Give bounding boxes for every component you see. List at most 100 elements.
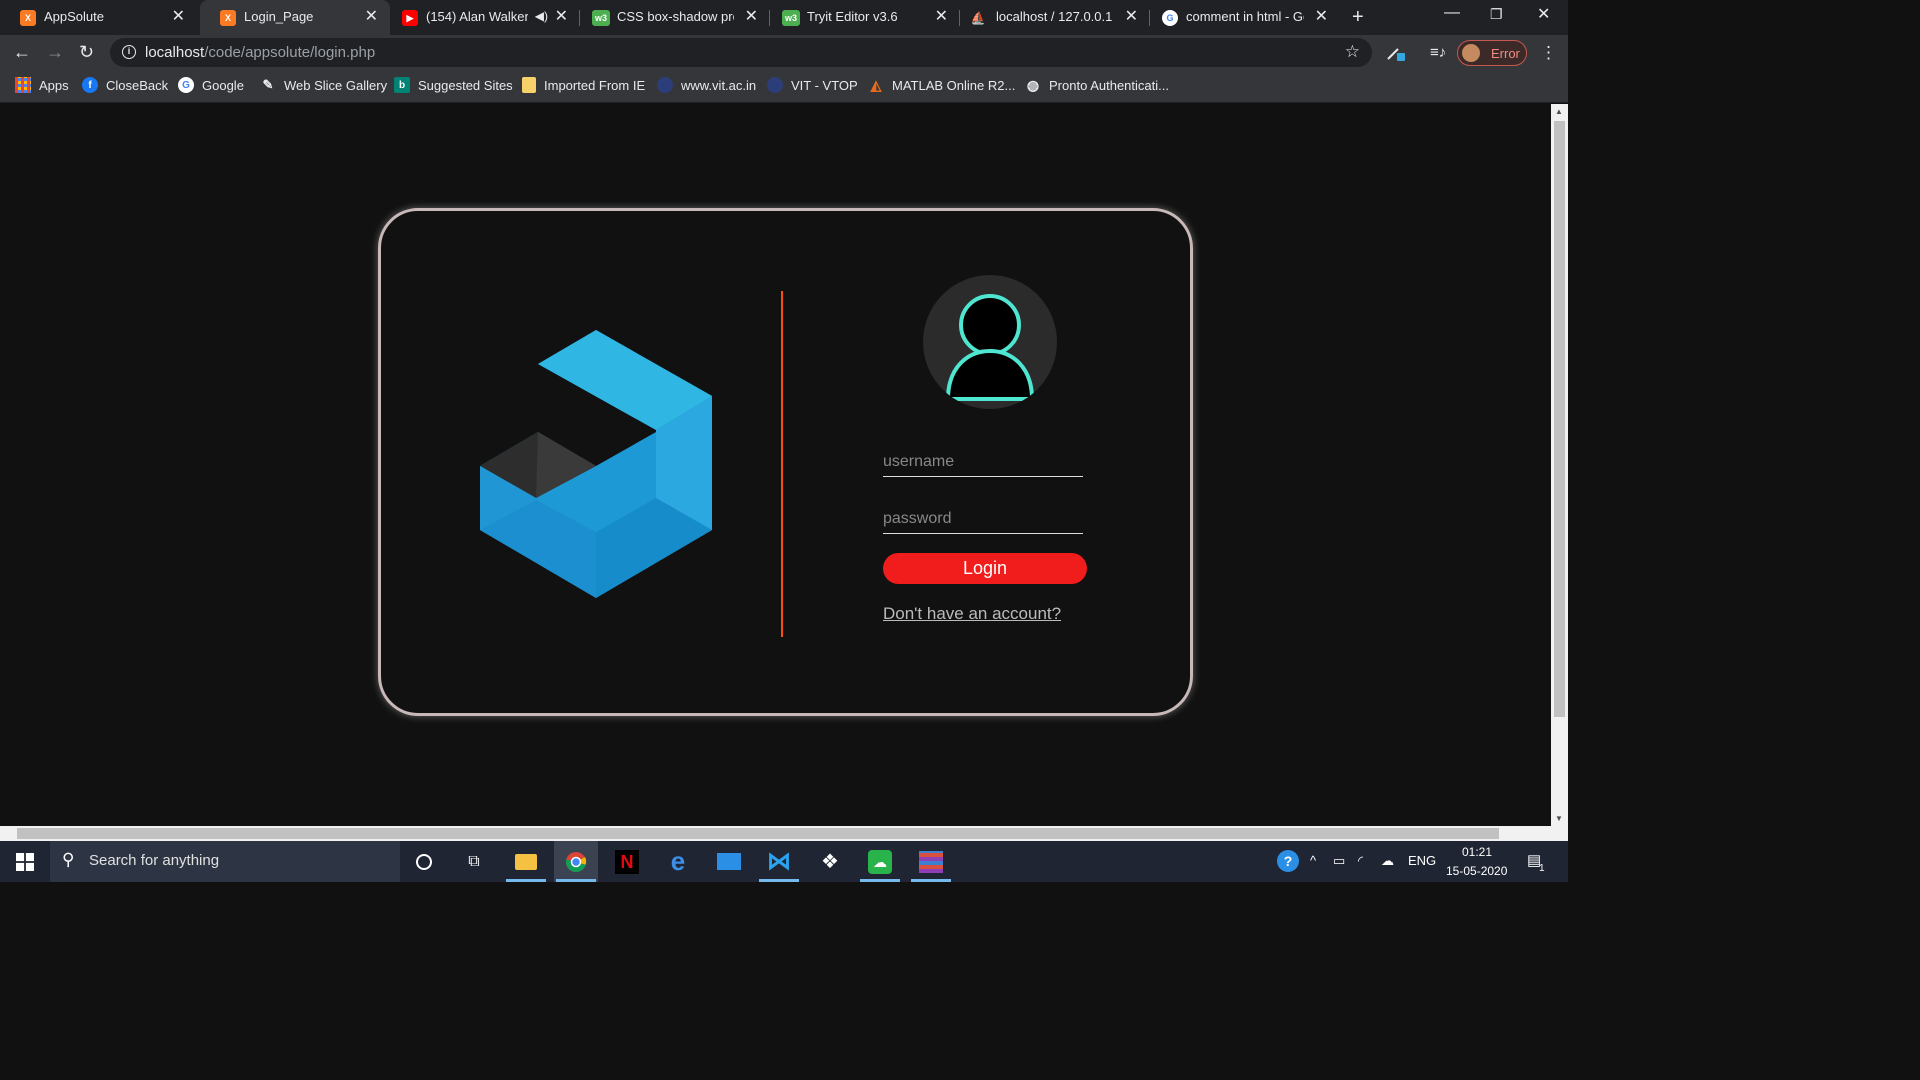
matlab-icon: ◭	[870, 76, 882, 93]
tab-youtube[interactable]: ▶ (154) Alan Walker ◀) ✕	[390, 0, 580, 35]
tab-phpmyadmin[interactable]: ⛵ localhost / 127.0.0.1 / s ✕	[960, 0, 1150, 35]
bookmark-label: Imported From IE	[544, 77, 646, 93]
close-icon[interactable]: ✕	[1125, 8, 1138, 26]
url-host: localhost	[145, 44, 205, 61]
vscode-icon: ⋈	[767, 848, 791, 875]
minimize-icon[interactable]: —	[1444, 4, 1460, 22]
tab-tryit-editor[interactable]: w3 Tryit Editor v3.6 ✕	[770, 0, 960, 35]
menu-icon[interactable]: ⋮	[1540, 43, 1557, 63]
folder-icon	[522, 77, 536, 93]
taskbar-vscode[interactable]: ⋈	[757, 841, 801, 882]
bookmark-google[interactable]: G Google	[178, 77, 244, 93]
tab-title: Tryit Editor v3.6	[807, 9, 898, 24]
close-icon[interactable]: ✕	[745, 8, 758, 26]
netflix-icon: N	[615, 849, 639, 874]
show-hidden-icons[interactable]: ^	[1310, 853, 1316, 868]
chrome-icon	[565, 851, 587, 872]
bookmark-pronto[interactable]: ◍ Pronto Authenticati...	[1025, 77, 1169, 93]
scrollbar-thumb[interactable]	[17, 828, 1499, 839]
notification-count: 1	[1539, 863, 1545, 874]
bing-icon: b	[394, 77, 410, 93]
vit-icon	[767, 77, 783, 93]
start-button[interactable]	[0, 841, 50, 882]
bookmark-web-slice-gallery[interactable]: ✎ Web Slice Gallery	[260, 77, 388, 93]
bookmark-label: Pronto Authenticati...	[1049, 77, 1169, 93]
bookmark-star-icon[interactable]: ☆	[1345, 42, 1360, 62]
taskbar-chrome[interactable]	[554, 841, 598, 882]
file-explorer-icon	[515, 853, 537, 870]
taskbar-edge[interactable]: e	[656, 841, 700, 882]
battery-icon[interactable]: ▭	[1333, 853, 1345, 869]
restore-icon[interactable]: ❐	[1490, 6, 1503, 23]
info-icon[interactable]: i	[122, 45, 136, 59]
taskbar-winrar[interactable]	[909, 841, 953, 882]
scroll-up-arrow[interactable]: ▲	[1555, 107, 1563, 116]
bookmark-closeback[interactable]: f CloseBack	[82, 77, 168, 93]
address-bar[interactable]: i localhost/code/appsolute/login.php ☆	[110, 38, 1372, 67]
volume-icon[interactable]: ☁	[1381, 853, 1394, 869]
back-icon[interactable]: ←	[13, 42, 31, 63]
help-icon[interactable]: ?	[1277, 850, 1299, 872]
bookmark-vit-vtop[interactable]: VIT - VTOP	[767, 77, 858, 93]
scroll-down-arrow[interactable]: ▼	[1555, 814, 1563, 823]
login-button[interactable]: Login	[883, 553, 1087, 584]
bookmark-apps[interactable]: Apps	[15, 77, 69, 93]
vit-icon	[657, 77, 673, 93]
clock-date[interactable]: 15-05-2020	[1446, 864, 1507, 878]
tab-title: (154) Alan Walker	[426, 9, 528, 24]
taskbar-netflix[interactable]: N	[605, 841, 649, 882]
tab-google-search[interactable]: G comment in html - Goo ✕	[1150, 0, 1340, 35]
extension-icon[interactable]	[1386, 45, 1406, 61]
forward-icon[interactable]: →	[46, 42, 64, 63]
url-text[interactable]: localhost/code/appsolute/login.php	[145, 44, 375, 61]
profile-status: Error	[1491, 46, 1520, 61]
login-card: Login Don't have an account?	[378, 208, 1193, 716]
bookmark-suggested-sites[interactable]: b Suggested Sites	[394, 77, 513, 93]
taskbar-dropbox[interactable]: ❖	[808, 841, 852, 882]
running-indicator	[506, 879, 546, 882]
taskbar-mail[interactable]	[707, 841, 751, 882]
cortana-button[interactable]	[402, 841, 446, 882]
bookmarks-bar: Apps f CloseBack G Google ✎ Web Slice Ga…	[0, 70, 1568, 103]
close-icon[interactable]: ✕	[555, 8, 568, 26]
media-control-icon[interactable]: ≡♪	[1430, 44, 1446, 61]
password-input[interactable]	[883, 504, 1083, 534]
mail-icon	[717, 853, 741, 870]
phpmyadmin-icon: ⛵	[970, 11, 986, 25]
bookmark-imported-from-ie[interactable]: Imported From IE	[522, 77, 645, 93]
taskbar-file-explorer[interactable]	[504, 841, 548, 882]
scrollbar-thumb[interactable]	[1554, 121, 1565, 717]
close-icon[interactable]: ✕	[172, 8, 185, 26]
profile-button[interactable]: Error	[1457, 40, 1527, 66]
bookmark-vit-website[interactable]: www.vit.ac.in	[657, 77, 756, 93]
reload-icon[interactable]: ↻	[79, 42, 94, 63]
taskbar-search[interactable]: ⚲ Search for anything	[50, 841, 400, 882]
tab-title: localhost / 127.0.0.1 / s	[996, 9, 1114, 24]
signup-link[interactable]: Don't have an account?	[883, 604, 1061, 624]
tab-login-page[interactable]: X Login_Page ✕	[200, 0, 390, 35]
winrar-icon	[919, 850, 943, 873]
edge-icon: e	[670, 846, 686, 876]
windows-logo-icon	[16, 853, 34, 871]
horizontal-scrollbar[interactable]	[0, 826, 1568, 841]
url-path: /code/appsolute/login.php	[204, 44, 376, 61]
language-indicator[interactable]: ENG	[1408, 853, 1436, 868]
appsolute-logo	[480, 330, 712, 598]
bookmark-matlab-online[interactable]: ◭ MATLAB Online R2...	[868, 76, 1016, 93]
taskbar-cloud-app[interactable]: ☁	[858, 841, 902, 882]
tab-css-box-shadow[interactable]: w3 CSS box-shadow prope ✕	[580, 0, 770, 35]
tab-appsolute[interactable]: X AppSolute ✕	[0, 0, 197, 35]
close-icon[interactable]: ✕	[935, 8, 948, 26]
bookmark-label: MATLAB Online R2...	[892, 77, 1016, 93]
vertical-scrollbar[interactable]: ▲ ▼	[1551, 104, 1568, 826]
google-icon: G	[178, 77, 194, 93]
close-icon[interactable]: ✕	[1315, 8, 1328, 26]
username-input[interactable]	[883, 447, 1083, 477]
task-view-button[interactable]: ⧉	[452, 841, 496, 882]
clock-time[interactable]: 01:21	[1462, 845, 1492, 859]
window-close-icon[interactable]: ✕	[1537, 4, 1550, 24]
new-tab-button[interactable]: +	[1352, 6, 1364, 29]
speaker-icon[interactable]: ◀)	[535, 9, 548, 23]
close-icon[interactable]: ✕	[365, 8, 378, 26]
wifi-icon[interactable]: ◜	[1358, 853, 1363, 869]
